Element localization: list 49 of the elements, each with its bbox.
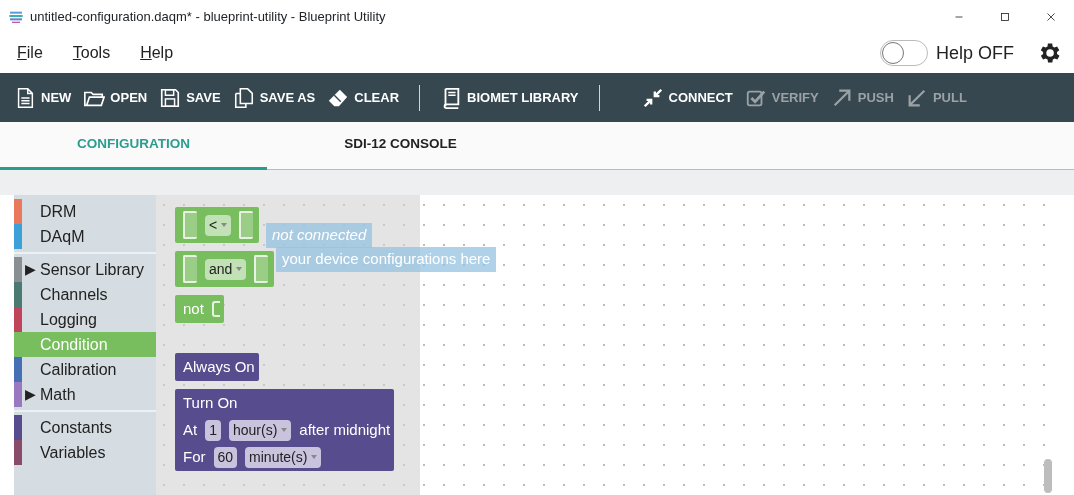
arrows-inward-icon [641, 86, 664, 109]
input-socket [254, 255, 269, 283]
caret-icon [221, 223, 228, 227]
caret-icon [281, 428, 288, 432]
status-notice: your device configurations here [276, 247, 497, 272]
dropdown-field[interactable]: < [205, 214, 232, 236]
two-documents-icon [232, 86, 255, 109]
toolbox-category[interactable]: Calibration [14, 357, 156, 382]
input-socket [239, 211, 254, 239]
code-block[interactable]: Turn On At 1 hour(s) after midnight For 60 minute(s) [175, 389, 395, 471]
help-label: Help OFF [936, 41, 1014, 65]
toolbar-button[interactable]: CONNECT [635, 73, 739, 122]
input-socket [183, 255, 197, 283]
help-toggle[interactable] [880, 40, 928, 66]
expand-arrow: ▶ [24, 260, 37, 279]
menu-item[interactable]: File [17, 41, 43, 65]
toolbox-category[interactable]: ▶ Math [14, 382, 156, 407]
toolbox-category[interactable]: Constants [14, 415, 156, 440]
toolbox-category[interactable]: Channels [14, 282, 156, 307]
dropdown-field[interactable]: and [205, 258, 247, 280]
menu-item[interactable]: Help [140, 41, 174, 65]
caret-icon [311, 455, 318, 459]
tab[interactable]: SDI-12 CONSOLE [267, 122, 534, 170]
input-socket [211, 301, 220, 317]
scrollbar-thumb[interactable] [1044, 459, 1052, 493]
caret-icon [236, 267, 243, 271]
toolbar-button[interactable]: CLEAR [321, 73, 406, 122]
toolbox-category[interactable]: Logging [14, 307, 156, 332]
toolbar-button[interactable]: NEW [8, 73, 78, 122]
window-title: untitled-configuration.daqm* - blueprint-utility - Blueprint Utility [30, 7, 387, 26]
toolbox-category[interactable]: DAqM [14, 224, 156, 249]
toolbar-button[interactable]: OPEN [77, 73, 154, 122]
number-field[interactable]: 1 [205, 419, 221, 441]
menu-item[interactable]: Tools [72, 41, 111, 65]
toolbar-button[interactable]: SAVE AS [226, 73, 322, 122]
toolbar-button[interactable]: SAVE [153, 73, 227, 122]
code-block[interactable]: and [175, 251, 275, 287]
code-block[interactable]: Always On [175, 353, 259, 381]
expand-arrow: ▶ [24, 385, 37, 404]
dropdown-field[interactable]: minute(s) [245, 446, 322, 468]
toolbox-category[interactable]: DRM [14, 199, 156, 224]
code-block[interactable]: < [175, 207, 260, 243]
status-notice: not connected [266, 223, 373, 248]
toolbox-category[interactable]: ▶ Sensor Library [14, 257, 156, 282]
dropdown-field[interactable]: hour(s) [229, 419, 292, 441]
toolbar-button[interactable]: BIOMET LIBRARY [434, 73, 585, 122]
number-field[interactable]: 60 [213, 446, 238, 468]
toolbox-category[interactable]: Variables [14, 440, 156, 465]
input-socket [183, 211, 197, 239]
